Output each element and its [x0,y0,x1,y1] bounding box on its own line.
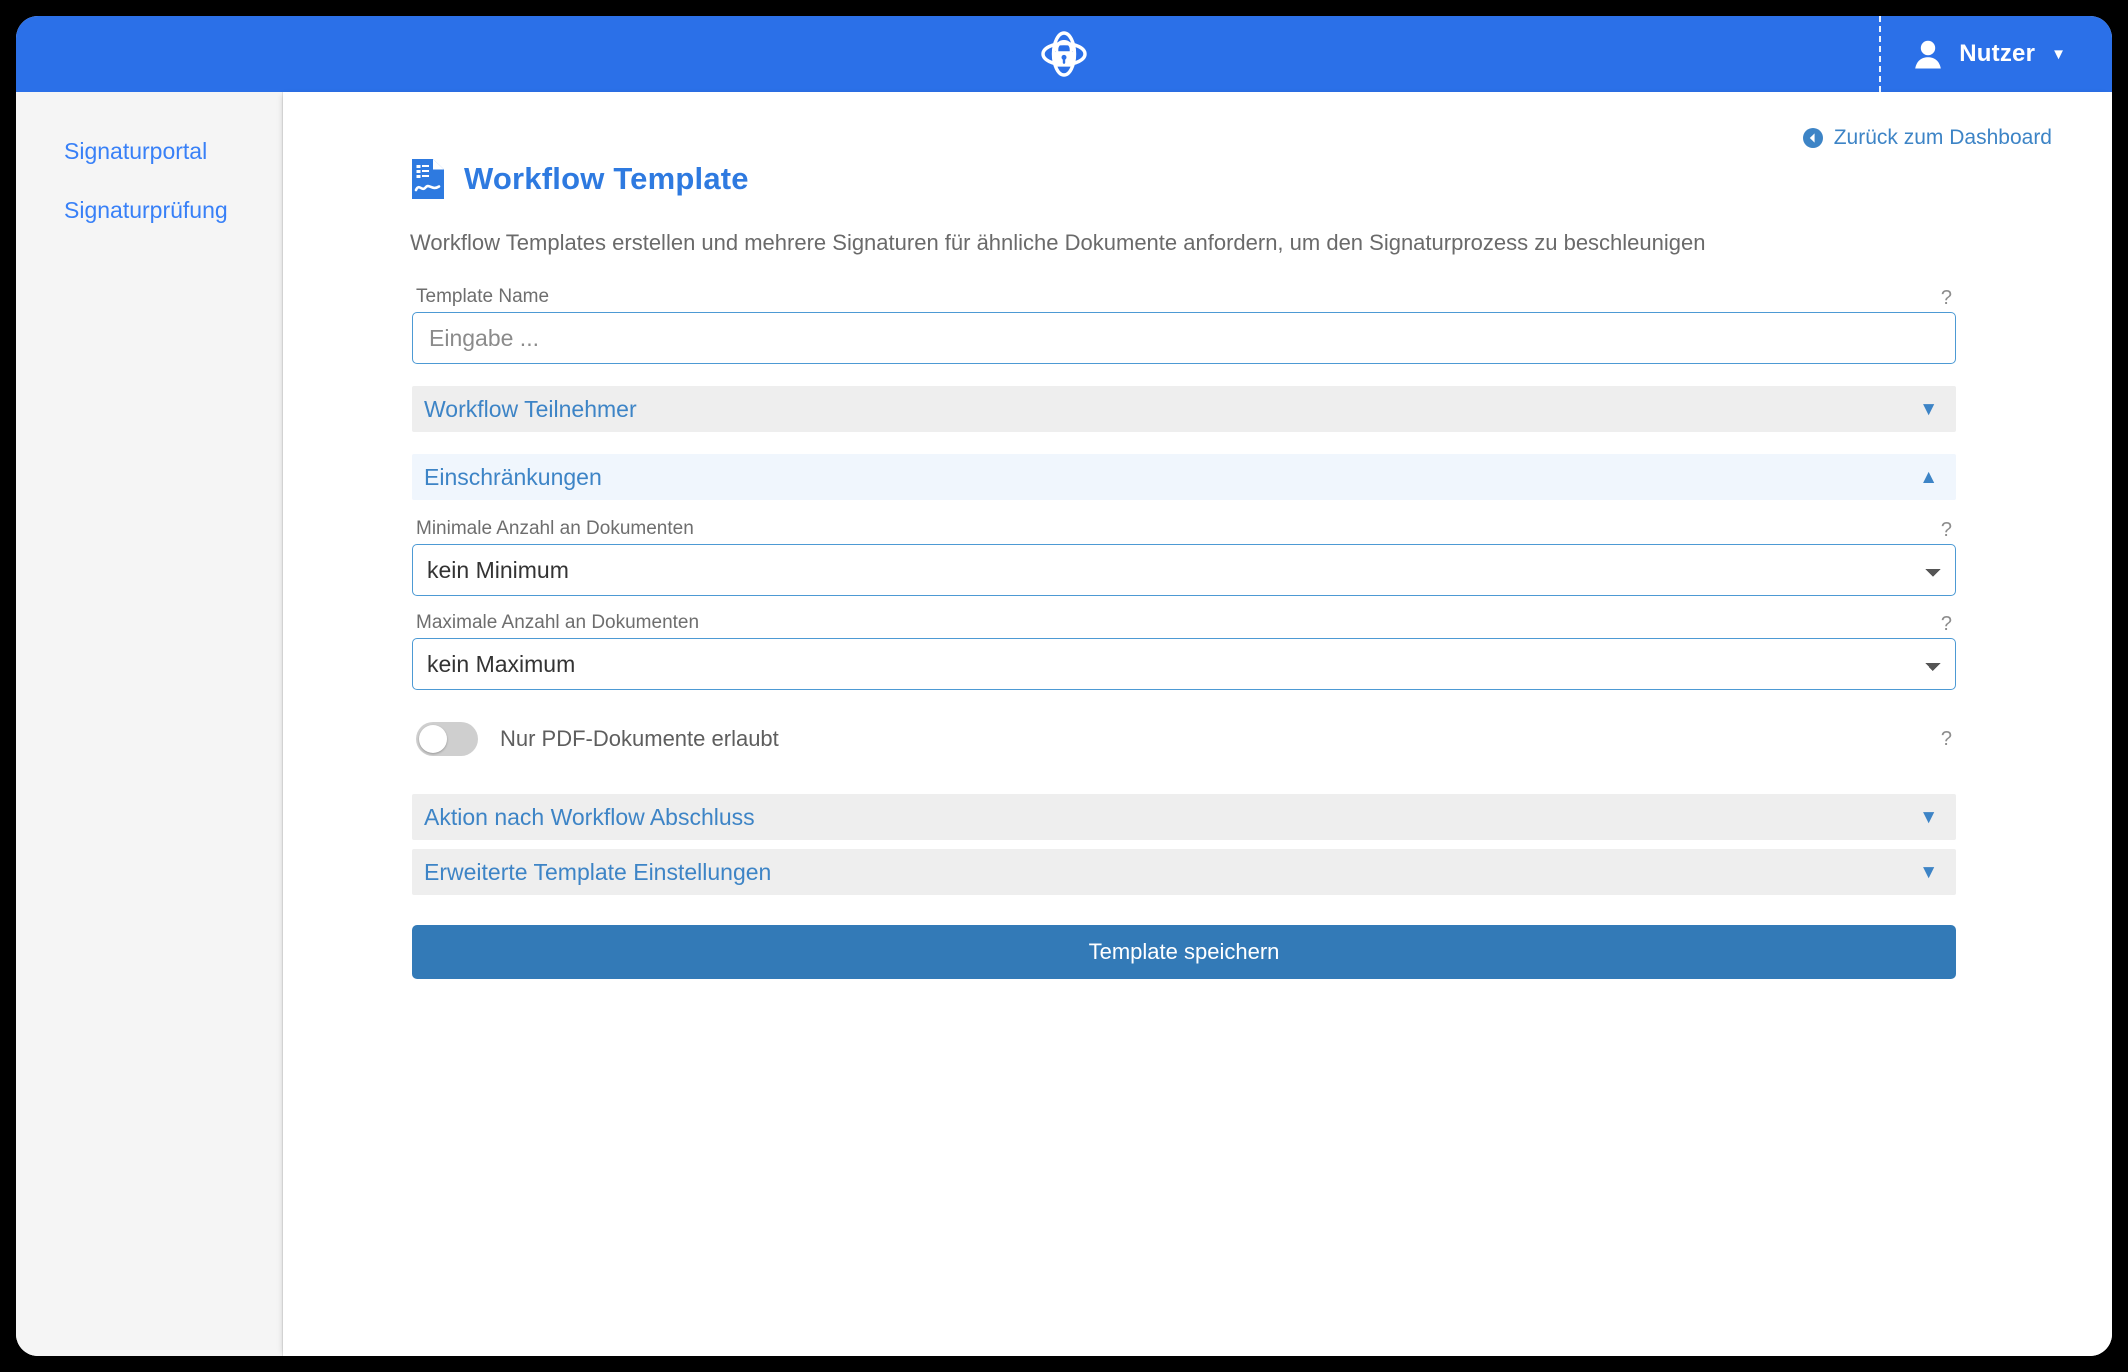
help-icon[interactable]: ? [1941,520,1952,540]
accordion-workflow-teilnehmer[interactable]: Workflow Teilnehmer ▼ [412,386,1956,432]
min-documents-label: Minimale Anzahl an Dokumenten [416,518,694,539]
template-name-input[interactable] [412,312,1956,364]
back-to-dashboard-link[interactable]: Zurück zum Dashboard [1802,126,2052,150]
accordion-title: Aktion nach Workflow Abschluss [424,803,755,830]
field-min-documents: Minimale Anzahl an Dokumenten ? kein Min… [412,518,1956,596]
user-menu[interactable]: Nutzer ▼ [1879,16,2112,92]
app-header: Nutzer ▼ [16,16,2112,92]
page-description: Workflow Templates erstellen und mehrere… [410,230,1706,255]
header-divider [1879,16,1882,92]
chevron-down-icon: ▼ [1919,806,1938,828]
help-icon[interactable]: ? [1941,288,1952,308]
user-avatar-icon [1911,37,1945,71]
accordion-erweiterte-template-einstellungen[interactable]: Erweiterte Template Einstellungen ▼ [412,849,1956,895]
pdf-only-toggle[interactable] [416,722,478,756]
sidebar-item-label[interactable]: Signaturportal [64,138,207,164]
field-max-documents: Maximale Anzahl an Dokumenten ? kein Max… [412,612,1956,690]
sidebar-nav: Signaturportal Signaturprüfung [16,92,283,1356]
sidebar-item-label[interactable]: Signaturprüfung [64,197,228,223]
template-form: Template Name ? Workflow Teilnehmer ▼ [327,286,2052,979]
chevron-up-icon: ▲ [1919,466,1938,488]
page-title-row: Workflow Template [327,158,2052,200]
chevron-down-icon: ▼ [1919,398,1938,420]
toggle-knob [419,725,447,753]
accordion-title: Workflow Teilnehmer [424,395,637,422]
browser-window-frame: Nutzer ▼ Signaturportal Signaturprüfung [0,0,2128,1372]
page-title: Workflow Template [464,161,749,196]
document-signature-icon [410,158,446,200]
max-documents-label: Maximale Anzahl an Dokumenten [416,612,700,633]
back-to-dashboard-label: Zurück zum Dashboard [1833,126,2052,149]
template-name-label-row: Template Name ? [412,286,1956,312]
page-body: Signaturportal Signaturprüfung Zurück zu… [16,92,2112,1356]
padlock-flower-logo-icon[interactable] [1038,28,1090,80]
main-content: Zurück zum Dashboard Workflow Template W… [283,92,2112,1356]
accordion-title: Einschränkungen [424,463,602,490]
min-documents-label-row: Minimale Anzahl an Dokumenten ? [412,518,1956,544]
max-documents-select[interactable]: kein Maximum [412,638,1956,690]
accordion-einschraenkungen[interactable]: Einschränkungen ▲ [412,454,1956,500]
chevron-down-icon: ▼ [1919,861,1938,883]
help-icon[interactable]: ? [1941,614,1952,634]
back-link-row: Zurück zum Dashboard [327,92,2052,150]
accordion-body-spacer [412,500,1956,518]
user-name-label: Nutzer [1959,40,2036,67]
template-name-label: Template Name [416,286,550,307]
chevron-down-icon: ▼ [2051,45,2066,63]
save-template-button[interactable]: Template speichern [412,925,1956,979]
accordion-title: Erweiterte Template Einstellungen [424,858,772,885]
min-documents-select[interactable]: kein Minimum [412,544,1956,596]
max-documents-label-row: Maximale Anzahl an Dokumenten ? [412,612,1956,638]
page-viewport: Nutzer ▼ Signaturportal Signaturprüfung [16,16,2112,1356]
pdf-only-left: Nur PDF-Dokumente erlaubt [416,722,779,756]
pdf-only-row: Nur PDF-Dokumente erlaubt ? [412,722,1956,756]
accordion-aktion-nach-workflow-abschluss[interactable]: Aktion nach Workflow Abschluss ▼ [412,794,1956,840]
field-template-name: Template Name ? [412,286,1956,364]
pdf-only-label: Nur PDF-Dokumente erlaubt [500,726,779,751]
help-icon[interactable]: ? [1941,729,1952,749]
sidebar-item-signaturportal[interactable]: Signaturportal [16,138,283,165]
sidebar-item-signaturpruefung[interactable]: Signaturprüfung [16,197,283,224]
back-circle-arrow-icon [1802,127,1824,149]
